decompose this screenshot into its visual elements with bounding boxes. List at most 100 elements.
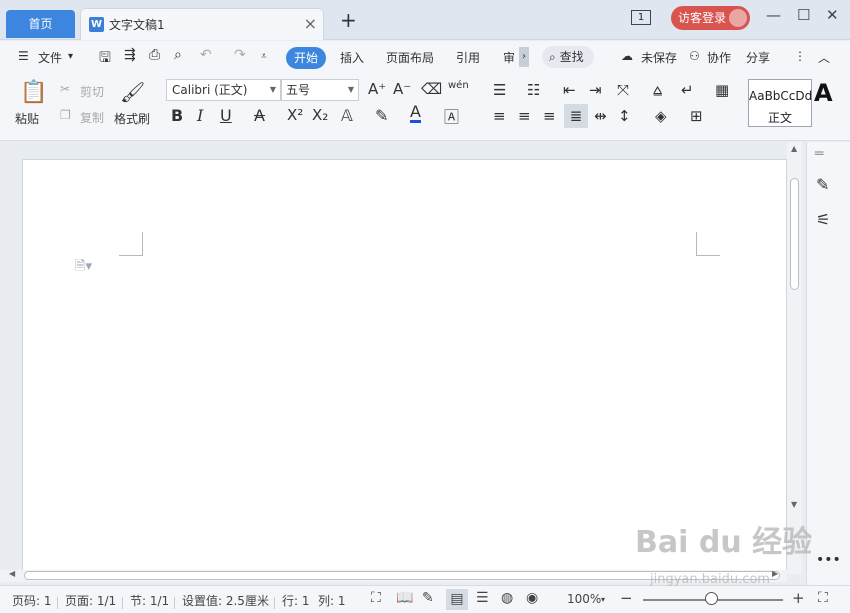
style-normal[interactable]: AaBbCcDd 正文 [748, 79, 812, 127]
scroll-left-arrow-icon[interactable]: ◀ [9, 569, 15, 578]
bold-icon[interactable]: B [171, 106, 183, 125]
zoom-out-icon[interactable]: − [620, 589, 633, 607]
fullscreen-icon[interactable]: ⛶ [371, 590, 381, 606]
document-tab[interactable]: W 文字文稿1 × [80, 8, 324, 40]
chinese-layout-icon[interactable]: ⤧ [617, 81, 629, 99]
paragraph-layout-icon[interactable]: 🗎▾ [75, 257, 92, 279]
scroll-down-arrow-icon[interactable]: ▼ [791, 500, 797, 509]
pinyin-guide-icon[interactable]: wén [448, 80, 469, 91]
paste-icon[interactable]: 📋 [20, 80, 47, 105]
zoom-slider-handle[interactable] [705, 592, 718, 605]
numbered-list-icon[interactable]: ☷ [527, 81, 540, 99]
underline-icon[interactable]: U [220, 106, 232, 125]
strikethrough-icon[interactable]: A [254, 106, 265, 125]
paste-button[interactable]: 粘贴 [15, 110, 39, 127]
style-heading-preview[interactable]: A [814, 79, 833, 107]
save-icon[interactable]: 🖫 [99, 47, 111, 71]
tab-insert[interactable]: 插入 [340, 49, 364, 66]
unsaved-status[interactable]: 未保存 [641, 49, 677, 66]
collaborate-button[interactable]: 协作 [707, 49, 731, 66]
more-menu-icon[interactable]: ⋮ [794, 49, 806, 63]
hamburger-icon[interactable]: ☰ [18, 49, 29, 63]
distribute-icon[interactable]: ⇹ [594, 107, 607, 125]
font-color-icon[interactable]: A [410, 104, 421, 123]
guest-login-button[interactable]: 访客登录 [671, 6, 750, 30]
chevron-down-icon[interactable]: ▾ [68, 51, 73, 62]
new-tab-button[interactable]: + [340, 8, 357, 32]
read-mode-icon[interactable]: 📖 [396, 590, 413, 606]
zoom-level-select[interactable]: 100% [567, 592, 601, 606]
home-tab[interactable]: 首页 [6, 10, 75, 38]
text-direction-icon[interactable]: ⩠ [653, 81, 662, 99]
align-center-icon[interactable]: ≡ [518, 107, 531, 125]
close-tab-icon[interactable]: × [304, 14, 317, 33]
collapse-ribbon-icon[interactable]: ︿ [818, 49, 830, 66]
scroll-right-arrow-icon[interactable]: ▶ [772, 569, 778, 578]
redo-icon[interactable]: ↷ [234, 47, 246, 63]
web-view-icon[interactable]: ◍ [501, 590, 513, 606]
borders-icon[interactable]: ⊞ [690, 107, 703, 125]
settings-sliders-icon[interactable]: ⚟ [816, 210, 830, 229]
page-number-status[interactable]: 页码: 1 [12, 592, 52, 609]
setting-value-status[interactable]: 设置值: 2.5厘米 [182, 592, 269, 609]
subscript-icon[interactable]: X₂ [312, 106, 328, 124]
undo-icon[interactable]: ↶ [200, 47, 212, 63]
page-view-icon[interactable]: ▤ [446, 589, 468, 610]
italic-icon[interactable]: I [197, 106, 203, 125]
quick-access-dropdown-icon[interactable]: ⩡ [261, 51, 267, 62]
tab-page-layout[interactable]: 页面布局 [386, 49, 434, 66]
char-border-icon[interactable]: 🄰 [444, 106, 459, 127]
tab-home[interactable]: 开始 [286, 47, 326, 69]
text-effect-icon[interactable]: 𝔸 [341, 106, 353, 125]
tab-references[interactable]: 引用 [456, 49, 480, 66]
row-status[interactable]: 行: 1 [282, 592, 310, 609]
format-painter-icon[interactable]: 🖌 [120, 80, 145, 104]
minimize-button[interactable]: — [766, 6, 781, 24]
decrease-font-icon[interactable]: A⁻ [393, 80, 411, 98]
clear-format-icon[interactable]: ⌫ [421, 80, 442, 98]
edit-pen-icon[interactable]: ✎ [816, 175, 829, 194]
column-status[interactable]: 列: 1 [318, 592, 346, 609]
outline-view-icon[interactable]: ☰ [476, 590, 489, 606]
page-count-status[interactable]: 页面: 1/1 [65, 592, 116, 609]
copy-button[interactable]: 复制 [80, 109, 104, 126]
show-marks-icon[interactable]: ↵ [681, 81, 694, 99]
copy-icon[interactable]: ❐ [60, 108, 71, 122]
fit-page-icon[interactable]: ⛶ [818, 590, 828, 606]
share-button[interactable]: 分享 [746, 49, 770, 66]
write-mode-icon[interactable]: ✎ [422, 590, 434, 606]
table-grid-icon[interactable]: ▦ [715, 81, 729, 99]
section-status[interactable]: 节: 1/1 [130, 592, 169, 609]
align-right-icon[interactable]: ≡ [543, 107, 556, 125]
output-icon[interactable]: ⇶ [124, 47, 136, 63]
tab-review[interactable]: 审 [503, 49, 515, 66]
vertical-scroll-thumb[interactable] [790, 178, 799, 290]
format-painter-button[interactable]: 格式刷 [114, 110, 150, 127]
scroll-up-arrow-icon[interactable]: ▲ [791, 144, 797, 153]
window-count-icon[interactable]: 1 [631, 10, 651, 25]
cut-icon[interactable]: ✂ [60, 82, 70, 96]
eye-protection-icon[interactable]: ◉ [526, 590, 538, 606]
search-button[interactable]: ⌕ 查找 [542, 46, 594, 68]
zoom-in-icon[interactable]: + [792, 589, 805, 607]
justify-icon[interactable]: ≣ [564, 104, 588, 128]
superscript-icon[interactable]: X² [287, 106, 303, 124]
tabs-more-arrow-icon[interactable]: › [519, 47, 529, 67]
shading-icon[interactable]: ◈ [655, 107, 667, 125]
more-options-icon[interactable]: ••• [816, 552, 841, 568]
increase-font-icon[interactable]: A⁺ [368, 80, 386, 98]
cut-button[interactable]: 剪切 [80, 83, 104, 100]
file-menu[interactable]: 文件 [38, 49, 62, 66]
increase-indent-icon[interactable]: ⇥ [589, 81, 602, 99]
document-page[interactable] [22, 159, 787, 579]
print-icon[interactable]: ⎙ [149, 47, 160, 63]
close-window-button[interactable]: ✕ [826, 6, 839, 24]
line-spacing-icon[interactable]: ↕ [618, 107, 631, 125]
bullet-list-icon[interactable]: ☰ [493, 81, 506, 99]
chevron-down-icon[interactable]: ▾ [601, 595, 605, 604]
font-size-select[interactable]: 五号 ▼ [281, 79, 359, 101]
font-name-select[interactable]: Calibri (正文) ▼ [166, 79, 281, 101]
print-preview-icon[interactable]: ⌕ [174, 47, 182, 63]
align-left-icon[interactable]: ≡ [493, 107, 506, 125]
highlight-icon[interactable]: ✎ [375, 106, 388, 125]
